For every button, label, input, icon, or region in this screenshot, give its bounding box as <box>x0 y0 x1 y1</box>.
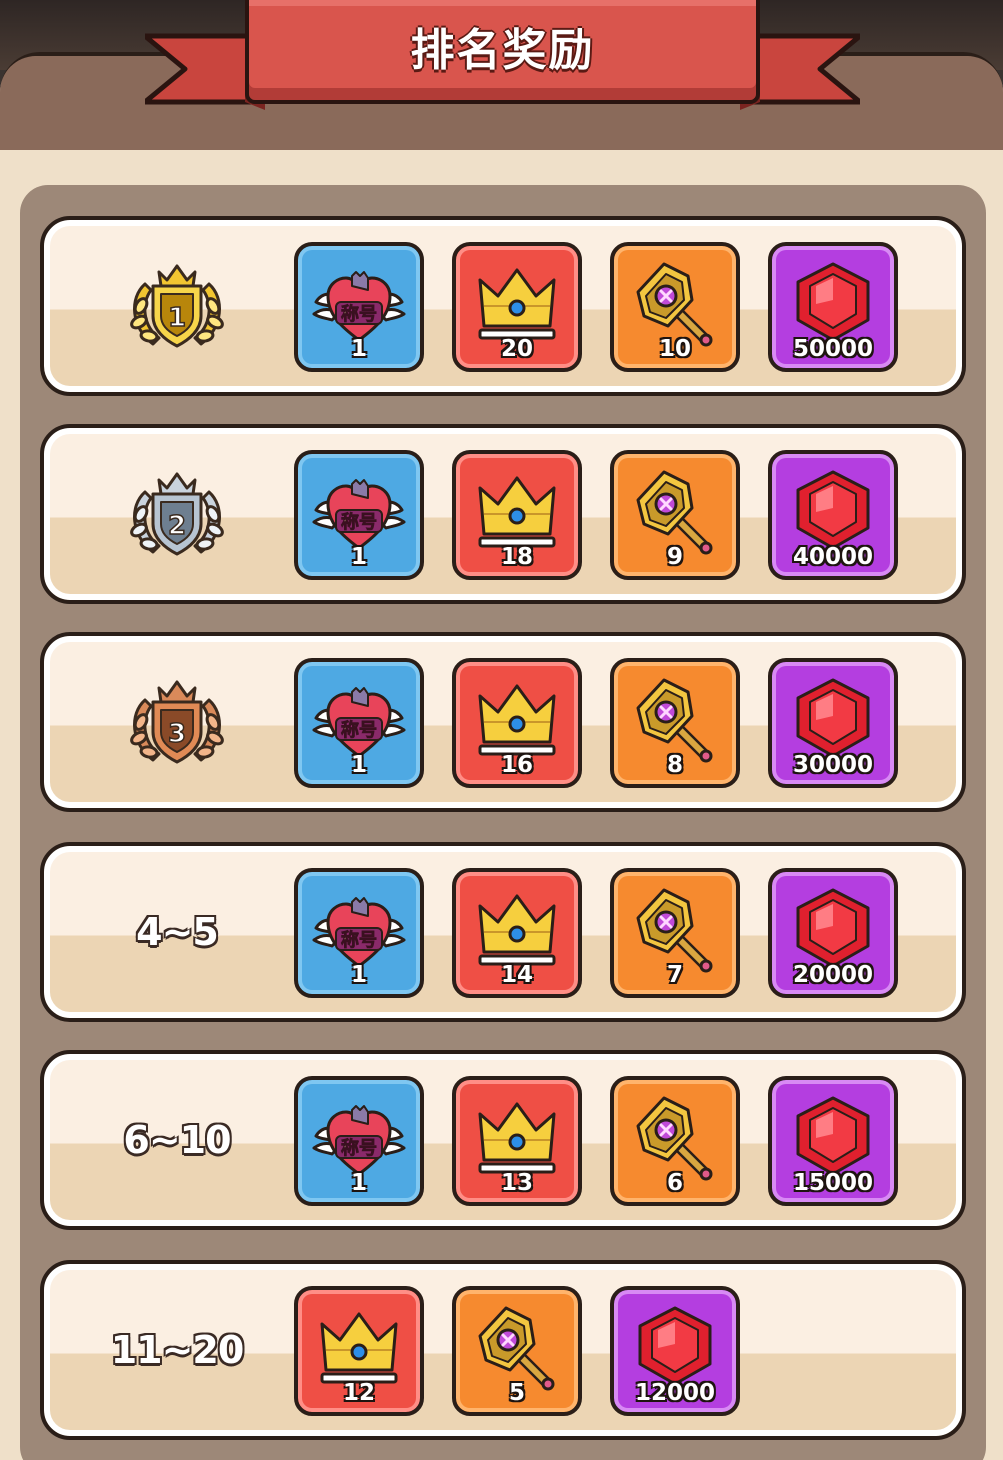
reward-count: 1 <box>350 1170 367 1196</box>
rank-range-text: 11~20 <box>110 1328 245 1372</box>
gem-reward-item[interactable]: 40000 <box>768 450 898 580</box>
hammer-reward-item[interactable]: 9 <box>610 450 740 580</box>
reward-count: 6 <box>666 1170 683 1196</box>
bronze-rank-badge: 3 <box>114 636 240 808</box>
crown-reward-item[interactable]: 14 <box>452 868 582 998</box>
reward-count: 1 <box>350 962 367 988</box>
rank-row: 1 称号 1 20 10 50000 <box>40 216 966 396</box>
title-reward-item[interactable]: 称号 1 <box>294 450 424 580</box>
ribbon-banner: 排名奖励 <box>245 0 760 104</box>
reward-items: 称号 1 18 9 40000 <box>294 450 898 580</box>
title-label: 称号 <box>341 1137 377 1159</box>
reward-count: 1 <box>350 752 367 778</box>
rank-label: 6~10 <box>114 1054 240 1226</box>
rank-label: 11~20 <box>111 1264 245 1436</box>
crown-reward-item[interactable]: 16 <box>452 658 582 788</box>
crown-reward-item[interactable]: 12 <box>294 1286 424 1416</box>
crown-reward-item[interactable]: 20 <box>452 242 582 372</box>
reward-count: 20 <box>500 336 533 362</box>
reward-count: 9 <box>666 544 683 570</box>
panel-title: 排名奖励 <box>410 25 595 76</box>
svg-text:1: 1 <box>168 303 186 333</box>
hammer-reward-item[interactable]: 7 <box>610 868 740 998</box>
crown-reward-item[interactable]: 13 <box>452 1076 582 1206</box>
hammer-reward-item[interactable]: 5 <box>452 1286 582 1416</box>
gem-reward-item[interactable]: 15000 <box>768 1076 898 1206</box>
reward-items: 称号 1 20 10 50000 <box>294 242 898 372</box>
reward-count: 10 <box>658 336 691 362</box>
reward-count: 8 <box>666 752 683 778</box>
title-reward-item[interactable]: 称号 1 <box>294 242 424 372</box>
reward-count: 1 <box>350 336 367 362</box>
title-reward-item[interactable]: 称号 1 <box>294 1076 424 1206</box>
reward-count: 12000 <box>634 1380 716 1406</box>
title-label: 称号 <box>341 719 377 741</box>
gem-reward-item[interactable]: 30000 <box>768 658 898 788</box>
rank-range-text: 6~10 <box>123 1118 231 1162</box>
title-label: 称号 <box>341 303 377 325</box>
reward-count: 14 <box>500 962 533 988</box>
reward-count: 16 <box>500 752 533 778</box>
rank-range-text: 4~5 <box>136 910 219 954</box>
reward-count: 5 <box>508 1380 525 1406</box>
reward-items: 称号 1 14 7 20000 <box>294 868 898 998</box>
title-label: 称号 <box>341 929 377 951</box>
svg-text:3: 3 <box>168 719 186 749</box>
reward-count: 20000 <box>792 962 874 988</box>
reward-count: 7 <box>666 962 683 988</box>
hammer-reward-item[interactable]: 10 <box>610 242 740 372</box>
reward-count: 12 <box>342 1380 375 1406</box>
rank-label: 4~5 <box>114 846 240 1018</box>
reward-count: 15000 <box>792 1170 874 1196</box>
reward-count: 40000 <box>792 544 874 570</box>
reward-count: 30000 <box>792 752 874 778</box>
gold-rank-badge: 1 <box>114 220 240 392</box>
reward-count: 1 <box>350 544 367 570</box>
title-ribbon: 排名奖励 <box>145 0 860 118</box>
silver-rank-badge: 2 <box>114 428 240 600</box>
reward-items: 称号 1 13 6 15000 <box>294 1076 898 1206</box>
hammer-reward-item[interactable]: 6 <box>610 1076 740 1206</box>
title-reward-item[interactable]: 称号 1 <box>294 658 424 788</box>
crown-reward-item[interactable]: 18 <box>452 450 582 580</box>
gem-reward-item[interactable]: 50000 <box>768 242 898 372</box>
gem-reward-item[interactable]: 12000 <box>610 1286 740 1416</box>
reward-count: 18 <box>500 544 533 570</box>
rank-row: 4~5 称号 1 14 7 20000 <box>40 842 966 1022</box>
svg-text:2: 2 <box>168 511 186 541</box>
reward-items: 称号 1 16 8 30000 <box>294 658 898 788</box>
rank-row: 3 称号 1 16 8 30000 <box>40 632 966 812</box>
reward-items: 12 5 12000 <box>294 1286 740 1416</box>
rank-row: 11~20 12 5 12000 <box>40 1260 966 1440</box>
gem-reward-item[interactable]: 20000 <box>768 868 898 998</box>
rank-row: 6~10 称号 1 13 6 15000 <box>40 1050 966 1230</box>
hammer-reward-item[interactable]: 8 <box>610 658 740 788</box>
rank-row: 2 称号 1 18 9 40000 <box>40 424 966 604</box>
title-label: 称号 <box>341 511 377 533</box>
title-reward-item[interactable]: 称号 1 <box>294 868 424 998</box>
reward-count: 50000 <box>792 336 874 362</box>
reward-count: 13 <box>500 1170 533 1196</box>
